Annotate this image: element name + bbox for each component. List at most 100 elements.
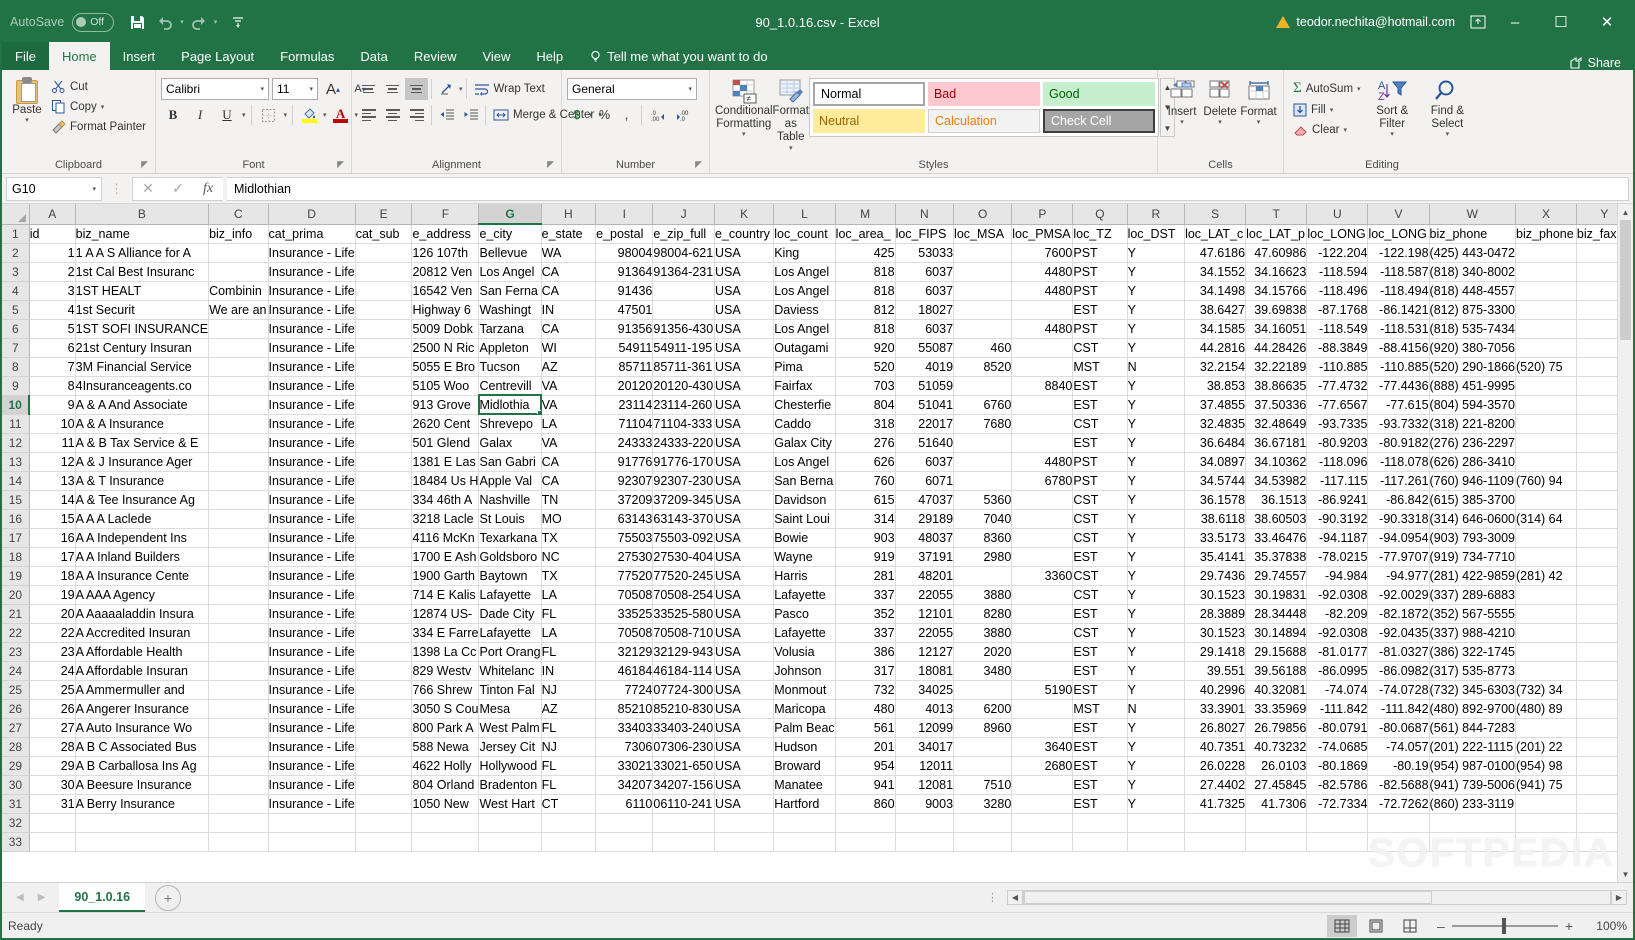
cell-H10[interactable]: VA	[541, 395, 597, 415]
cell-H8[interactable]: AZ	[541, 357, 597, 377]
cell-Q21[interactable]: EST	[1072, 604, 1128, 624]
cell-B19[interactable]: A A Insurance Cente	[75, 566, 210, 586]
cell-K6[interactable]: USA	[714, 319, 775, 339]
cell-B28[interactable]: A B C Associated Bus	[75, 737, 210, 757]
cell-E3[interactable]	[355, 262, 413, 282]
cell-E18[interactable]	[355, 547, 413, 567]
cell-W8[interactable]: (520) 290-1866	[1429, 357, 1517, 377]
format-as-table-dropdown-icon[interactable]: ▾	[789, 145, 793, 153]
cell-A3[interactable]: 2	[29, 262, 76, 282]
cell-H9[interactable]: VA	[541, 376, 597, 396]
cell-O8[interactable]: 8520	[953, 357, 1013, 377]
cell-D29[interactable]: Insurance - Life	[268, 756, 356, 776]
cell-T29[interactable]: 26.0103	[1245, 756, 1308, 776]
column-header-e[interactable]: E	[355, 204, 413, 225]
cell-V31[interactable]: -72.7262	[1367, 794, 1430, 814]
cell-H13[interactable]: CA	[541, 452, 597, 472]
cell-H15[interactable]: TN	[541, 490, 597, 510]
cell-T11[interactable]: 32.48649	[1245, 414, 1308, 434]
cell-G25[interactable]: Tinton Fal	[478, 680, 542, 700]
cell-O24[interactable]: 3480	[953, 661, 1013, 681]
increase-decimal-button[interactable]: .0.00	[646, 104, 670, 126]
formula-bar-grip[interactable]: ⋮	[106, 181, 128, 197]
cell-X18[interactable]	[1515, 547, 1577, 567]
tab-home[interactable]: Home	[48, 42, 110, 70]
cell-G10[interactable]: Midlothia	[477, 394, 543, 415]
row-header-31[interactable]: 31	[2, 794, 30, 814]
cell-I21[interactable]: 33525	[595, 604, 654, 624]
cell-Q17[interactable]: CST	[1072, 528, 1128, 548]
cell-T32[interactable]	[1245, 813, 1308, 833]
cell-P25[interactable]: 5190	[1011, 680, 1074, 700]
cell-N1[interactable]: loc_FIPS	[895, 224, 955, 244]
cell-S30[interactable]: 27.4402	[1184, 775, 1247, 795]
horizontal-scroll-thumb[interactable]	[1024, 891, 1432, 904]
cell-F20[interactable]: 714 E Kalis	[411, 585, 480, 605]
cell-G26[interactable]: Mesa	[478, 699, 542, 719]
cell-E4[interactable]	[355, 281, 413, 301]
cell-J25[interactable]: 07724-300	[652, 680, 715, 700]
cell-A25[interactable]: 25	[29, 680, 76, 700]
cell-style-check-cell[interactable]: Check Cell	[1042, 109, 1155, 133]
cell-A17[interactable]: 16	[29, 528, 76, 548]
column-header-p[interactable]: P	[1011, 204, 1074, 225]
cell-A12[interactable]: 11	[29, 433, 76, 453]
cell-I13[interactable]: 91776	[595, 452, 654, 472]
cell-B3[interactable]: 1st Cal Best Insuranc	[75, 262, 210, 282]
insert-cells-button[interactable]: Insert ▾	[1163, 77, 1201, 127]
cell-R9[interactable]: Y	[1127, 376, 1186, 396]
cell-N7[interactable]: 55087	[895, 338, 955, 358]
cell-I8[interactable]: 85711	[595, 357, 654, 377]
cell-W2[interactable]: (425) 443-0472	[1429, 243, 1517, 263]
cell-J12[interactable]: 24333-220	[652, 433, 715, 453]
cell-W4[interactable]: (818) 448-4557	[1429, 281, 1517, 301]
cell-N14[interactable]: 6071	[895, 471, 955, 491]
hscroll-track[interactable]	[1023, 890, 1611, 905]
cell-F32[interactable]	[411, 813, 480, 833]
cell-C3[interactable]	[208, 262, 269, 282]
cell-O20[interactable]: 3880	[953, 585, 1013, 605]
cell-F2[interactable]: 126 107th	[411, 243, 480, 263]
cell-Q32[interactable]	[1072, 813, 1128, 833]
cell-R7[interactable]: Y	[1127, 338, 1186, 358]
cell-N15[interactable]: 47037	[895, 490, 955, 510]
cell-C30[interactable]	[208, 775, 269, 795]
cell-C8[interactable]	[208, 357, 269, 377]
horizontal-scrollbar[interactable]: ◀ ▶	[1007, 890, 1627, 905]
cell-A7[interactable]: 6	[29, 338, 76, 358]
cell-O19[interactable]	[953, 566, 1013, 586]
cell-N12[interactable]: 51640	[895, 433, 955, 453]
cell-S25[interactable]: 40.2996	[1184, 680, 1247, 700]
cell-P6[interactable]: 4480	[1011, 319, 1074, 339]
cell-T10[interactable]: 37.50336	[1245, 395, 1308, 415]
cell-T14[interactable]: 34.53982	[1245, 471, 1308, 491]
cell-T8[interactable]: 32.22189	[1245, 357, 1308, 377]
cell-N29[interactable]: 12011	[895, 756, 955, 776]
cell-H20[interactable]: LA	[541, 585, 597, 605]
cut-button[interactable]: Cut	[47, 77, 150, 96]
cell-I9[interactable]: 20120	[595, 376, 654, 396]
cell-T5[interactable]: 39.69838	[1245, 300, 1308, 320]
conditional-formatting-button[interactable]: ≠ Conditional Formatting ▾	[715, 76, 773, 139]
cell-K1[interactable]: e_country	[714, 224, 775, 244]
cell-N3[interactable]: 6037	[895, 262, 955, 282]
cell-N8[interactable]: 4019	[895, 357, 955, 377]
cell-G7[interactable]: Appleton	[478, 338, 542, 358]
cell-J23[interactable]: 32129-943	[652, 642, 715, 662]
orientation-dropdown-icon[interactable]: ▾	[459, 85, 463, 93]
cell-V26[interactable]: -111.842	[1367, 699, 1430, 719]
cell-K15[interactable]: USA	[714, 490, 775, 510]
cell-G18[interactable]: Goldsboro	[478, 547, 542, 567]
cell-H30[interactable]: FL	[541, 775, 597, 795]
cell-C17[interactable]	[208, 528, 269, 548]
cell-Q11[interactable]: CST	[1072, 414, 1128, 434]
cell-P14[interactable]: 6780	[1011, 471, 1074, 491]
cell-G8[interactable]: Tucson	[478, 357, 542, 377]
clipboard-dialog-launcher[interactable]: ◤	[141, 157, 148, 172]
cell-I10[interactable]: 23114	[595, 395, 654, 415]
cell-F9[interactable]: 5105 Woo	[411, 376, 480, 396]
cell-W25[interactable]: (732) 345-6303	[1429, 680, 1517, 700]
zoom-in-button[interactable]: +	[1565, 918, 1573, 934]
cell-K2[interactable]: USA	[714, 243, 775, 263]
column-header-a[interactable]: A	[29, 204, 76, 225]
